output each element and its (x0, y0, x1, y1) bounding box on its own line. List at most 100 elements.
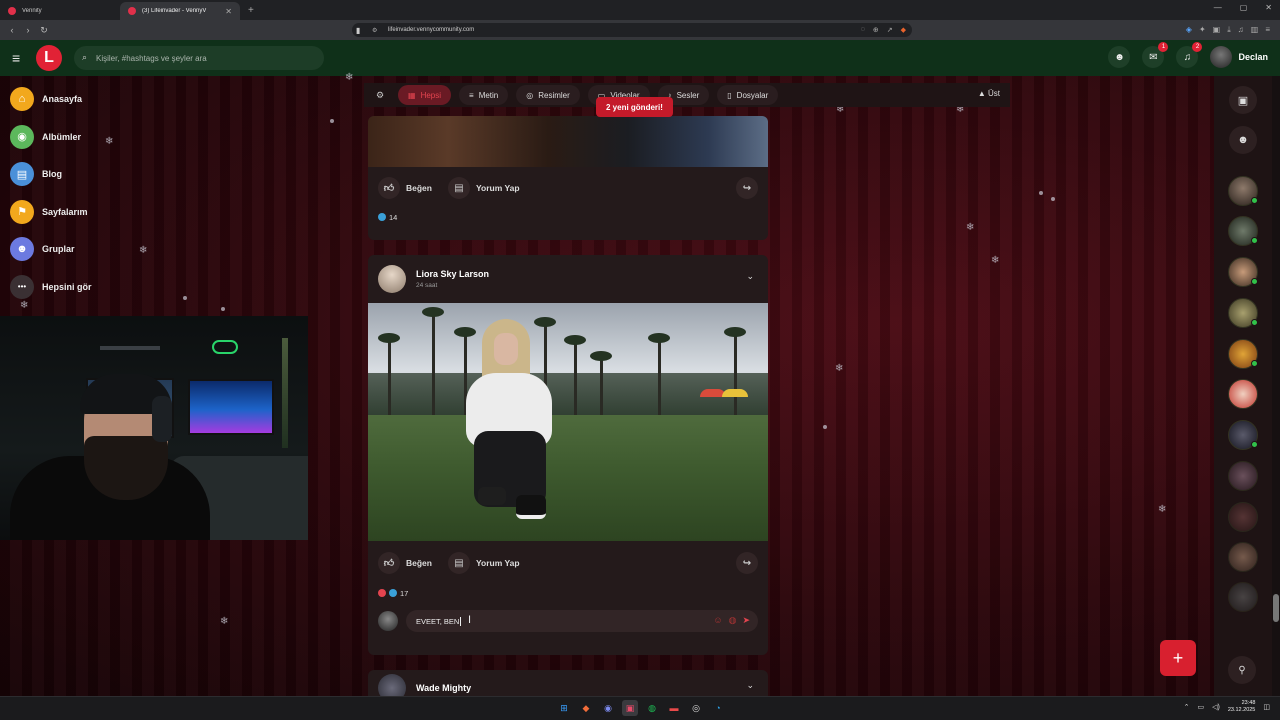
sidebar-item-pages[interactable]: ⚑ Sayfalarım (10, 199, 160, 225)
contact-avatar[interactable] (1228, 216, 1258, 246)
contact-avatar[interactable] (1228, 542, 1258, 572)
reactions-summary[interactable]: 14 (368, 209, 768, 225)
sidebar-item-groups[interactable]: ☻ Gruplar (10, 236, 160, 262)
webcam-headset (152, 396, 172, 442)
clock[interactable]: 23:48 23.12.2025 (1228, 700, 1256, 714)
share-page-icon[interactable]: ↗ (887, 26, 893, 34)
contact-avatar[interactable] (1228, 339, 1258, 369)
contact-avatar[interactable] (1228, 461, 1258, 491)
close-window-button[interactable]: ✕ (1265, 3, 1272, 12)
file-icon: ▯ (727, 90, 732, 100)
filter-chip-text[interactable]: ≡ Metin (459, 85, 509, 105)
sidebar-item-albums[interactable]: ◉ Albümler (10, 124, 160, 150)
chevron-down-icon[interactable]: ⌄ (746, 271, 754, 282)
eye-off-icon[interactable]: ◌ (861, 26, 865, 34)
back-icon[interactable]: ‹ (4, 25, 20, 35)
obs-icon[interactable]: ◎ (688, 700, 704, 716)
author-name[interactable]: Wade Mighty (416, 683, 471, 693)
filter-settings-icon[interactable]: ⚙ (370, 85, 390, 105)
scroll-to-top-link[interactable]: ▲ Üst (978, 89, 1000, 98)
filter-chip-all[interactable]: ▦ Hepsi (398, 85, 452, 105)
notification-center-icon[interactable]: ◫ (1263, 703, 1270, 711)
bookmark-icon[interactable]: ▮ (356, 26, 360, 35)
comment-label: Yorum Yap (475, 558, 520, 568)
sidebar-item-see-all[interactable]: ••• Hepsini gör (10, 274, 160, 300)
hamburger-menu-icon[interactable]: ≡ (12, 50, 20, 66)
tray-expand-icon[interactable]: ⌃ (1184, 703, 1190, 711)
comment-input[interactable]: EVEET, BEN ☺ ◍ ➤ (406, 610, 758, 632)
url-field[interactable]: ▮ ⚙ lifeinvader.vennycommunity.com ◌ ⊕ ↗… (352, 23, 912, 37)
like-button[interactable]: 👍︎ Beğen (378, 552, 432, 574)
chat-icon[interactable]: ▣ (1229, 86, 1257, 114)
browser-tab-active[interactable]: (3) Lifeinvader - VennyV ✕ (120, 2, 240, 20)
maximize-button[interactable]: ▢ (1240, 3, 1248, 12)
sidebar-toggle-icon[interactable]: ▥ (1251, 25, 1259, 35)
new-tab-button[interactable]: + (248, 5, 254, 16)
forward-icon[interactable]: › (20, 25, 36, 35)
comment-button[interactable]: ▤ Yorum Yap (447, 552, 520, 574)
send-icon[interactable]: ➤ (742, 615, 750, 626)
like-button[interactable]: 👍︎ Beğen (378, 177, 432, 199)
friends-icon[interactable]: ☻ (1108, 46, 1131, 68)
contact-avatar[interactable] (1228, 379, 1258, 409)
share-button[interactable]: ↪ (736, 177, 758, 199)
volume-icon[interactable]: ◁) (1212, 703, 1220, 711)
new-posts-banner[interactable]: 2 yeni gönderi! (596, 97, 673, 117)
user-menu[interactable]: Declan (1210, 46, 1268, 68)
reload-icon[interactable]: ↻ (36, 25, 52, 36)
feed-filter-bar: ⚙ ▦ Hepsi ≡ Metin ◎ Resimler ▭ Videolar … (364, 83, 1010, 107)
browser-tab[interactable]: Vennity (0, 2, 120, 20)
contact-avatar[interactable] (1228, 420, 1258, 450)
contact-avatar[interactable] (1228, 502, 1258, 532)
reactions-summary[interactable]: 17 (368, 585, 768, 601)
author-avatar[interactable] (378, 265, 406, 293)
edge-icon[interactable]: ◔ (710, 700, 726, 716)
post-time[interactable]: 24 saat (416, 282, 489, 289)
contact-avatar[interactable] (1228, 257, 1258, 287)
comment-button[interactable]: ▤ Yorum Yap (447, 177, 520, 199)
contact-avatar[interactable] (1228, 176, 1258, 206)
contact-avatar[interactable] (1228, 582, 1258, 612)
emoji-icon[interactable]: ☺ (713, 615, 722, 626)
sidebar-item-home[interactable]: ⌂ Anasayfa (10, 86, 160, 112)
app-icon[interactable]: ▬ (666, 700, 682, 716)
site-logo[interactable]: L (36, 45, 62, 71)
network-icon[interactable]: ▭ (1198, 703, 1205, 711)
tab-favicon-icon (128, 7, 136, 15)
share-button[interactable]: ↪ (736, 552, 758, 574)
zoom-icon[interactable]: ⊕ (873, 26, 879, 34)
translate-icon[interactable]: ◈ (1186, 25, 1192, 35)
windows-start-icon[interactable]: ⊞ (556, 700, 572, 716)
messages-icon[interactable]: ✉ 1 (1142, 42, 1169, 68)
media-icon[interactable]: ♫ (1238, 25, 1244, 35)
search-input[interactable]: ⌕ Kişiler, #hashtags ve şeyler ara (74, 46, 324, 70)
chevron-down-icon[interactable]: ⌄ (746, 680, 754, 691)
contact-avatar[interactable] (1228, 298, 1258, 328)
sidebar-item-blog[interactable]: ▤ Blog (10, 161, 160, 187)
filter-chip-images[interactable]: ◎ Resimler (516, 85, 580, 105)
extension-icon[interactable]: ✦ (1199, 25, 1206, 35)
author-name[interactable]: Liora Sky Larson (416, 269, 489, 279)
scrollbar-thumb[interactable] (1273, 594, 1279, 622)
filter-chip-files[interactable]: ▯ Dosyalar (717, 85, 779, 105)
group-chat-icon[interactable]: ☻ (1229, 126, 1257, 154)
close-tab-icon[interactable]: ✕ (225, 7, 232, 16)
post-image[interactable] (368, 116, 768, 167)
gif-icon[interactable]: ◍ (729, 615, 737, 626)
post-image[interactable] (368, 303, 768, 541)
messages-badge: 1 (1158, 42, 1169, 52)
minimize-button[interactable]: — (1214, 3, 1222, 12)
find-people-icon[interactable]: ⚲ (1228, 656, 1256, 684)
brave-browser-icon[interactable]: ◆ (578, 700, 594, 716)
streaming-app-icon[interactable]: ▣ (622, 700, 638, 716)
shield-icon[interactable]: ◆ (901, 26, 906, 34)
discord-icon[interactable]: ◉ (600, 700, 616, 716)
spotify-icon[interactable]: ◍ (644, 700, 660, 716)
create-post-button[interactable]: + (1160, 640, 1196, 676)
menu-icon[interactable]: ≡ (1265, 25, 1270, 35)
site-info-icon[interactable]: ⚙ (372, 27, 377, 34)
notifications-icon[interactable]: ♫ 2 (1176, 42, 1203, 68)
download-icon[interactable]: ⤓ (1227, 25, 1231, 35)
author-avatar[interactable] (378, 674, 406, 696)
wallet-icon[interactable]: ▣ (1213, 25, 1221, 35)
